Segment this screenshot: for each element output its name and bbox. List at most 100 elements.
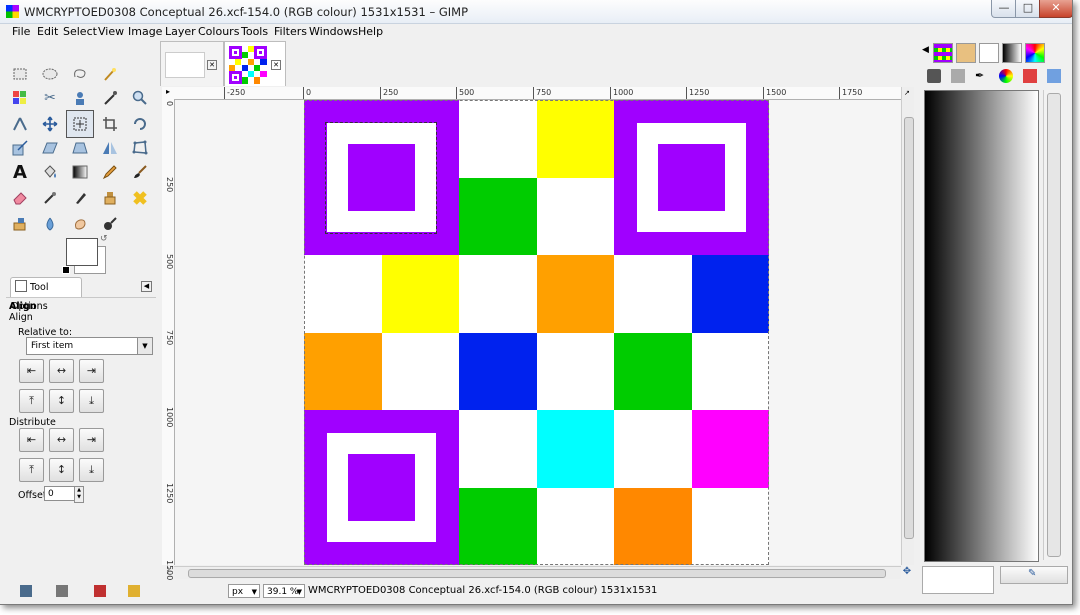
tab-tool-options[interactable]: Tool Options bbox=[10, 277, 82, 312]
close-tab-icon[interactable]: ✕ bbox=[271, 60, 281, 70]
measure-tool-icon[interactable] bbox=[8, 112, 32, 136]
scissors-select-tool-icon[interactable]: ✂ bbox=[38, 86, 62, 110]
move-tool-icon[interactable] bbox=[38, 112, 62, 136]
menu-colours[interactable]: Colours bbox=[198, 25, 239, 38]
fuzzy-select-tool-icon[interactable] bbox=[98, 62, 122, 86]
menu-image[interactable]: Image bbox=[128, 25, 162, 38]
scale-tool-icon[interactable] bbox=[8, 136, 32, 160]
menu-edit[interactable]: Edit bbox=[37, 25, 58, 38]
align-right-edge-button[interactable]: ⇥ bbox=[79, 359, 104, 383]
shear-tool-icon[interactable] bbox=[38, 136, 62, 160]
vertical-ruler[interactable]: 0 250 500 750 1000 1250 1500 bbox=[162, 99, 175, 580]
heal-tool-icon[interactable] bbox=[128, 186, 152, 210]
align-bottom-edge-button[interactable]: ⤓ bbox=[79, 389, 104, 413]
paths-icon[interactable]: ✒ bbox=[975, 69, 989, 83]
horizontal-ruler[interactable]: -250 0 250 500 750 1000 1250 1500 1750 bbox=[174, 87, 901, 100]
perspective-clone-tool-icon[interactable] bbox=[8, 212, 32, 236]
menu-layer[interactable]: Layer bbox=[165, 25, 196, 38]
ink-tool-icon[interactable] bbox=[68, 186, 92, 210]
zoom-dropdown[interactable]: 39.1 % ▼ bbox=[263, 584, 305, 598]
text-tool-icon[interactable]: A bbox=[8, 160, 32, 184]
free-select-tool-icon[interactable] bbox=[68, 62, 92, 86]
eraser-tool-icon[interactable] bbox=[8, 186, 32, 210]
patterns-tab-icon[interactable] bbox=[979, 43, 999, 63]
vertical-scroll-thumb[interactable] bbox=[904, 117, 914, 539]
pencil-tool-icon[interactable] bbox=[98, 160, 122, 184]
title-bar[interactable]: WMCRYPTOED0308 Conceptual 26.xcf-154.0 (… bbox=[0, 0, 1072, 24]
align-tool-icon[interactable] bbox=[66, 110, 94, 138]
edit-button[interactable]: ✎ bbox=[1000, 566, 1068, 584]
palettes-tab-icon[interactable] bbox=[1025, 43, 1045, 63]
maximize-button[interactable]: □ bbox=[1015, 0, 1041, 18]
gradients-tab-icon[interactable] bbox=[1002, 43, 1022, 63]
brush-preview[interactable] bbox=[922, 566, 994, 594]
horizontal-scroll-thumb[interactable] bbox=[188, 569, 886, 578]
reset-colors-icon[interactable] bbox=[62, 266, 70, 274]
rotate-tool-icon[interactable] bbox=[128, 112, 152, 136]
dock-menu-icon[interactable]: ◀ bbox=[141, 281, 152, 292]
minimize-button[interactable]: — bbox=[991, 0, 1017, 18]
zoom-tool-icon[interactable] bbox=[128, 86, 152, 110]
align-center-horizontal-button[interactable]: ↔ bbox=[49, 359, 74, 383]
paintbrush-tool-icon[interactable] bbox=[128, 160, 152, 184]
crop-tool-icon[interactable] bbox=[98, 112, 122, 136]
blur-tool-icon[interactable] bbox=[38, 212, 62, 236]
ellipse-select-tool-icon[interactable] bbox=[38, 62, 62, 86]
foreground-select-tool-icon[interactable] bbox=[68, 86, 92, 110]
vertical-scrollbar[interactable]: ↗ bbox=[901, 87, 914, 565]
close-button[interactable]: ✕ bbox=[1039, 0, 1072, 18]
foreground-color-swatch[interactable] bbox=[66, 238, 98, 266]
close-tab-icon[interactable]: ✕ bbox=[207, 60, 217, 70]
navigate-icon[interactable]: ✥ bbox=[901, 566, 913, 578]
distribute-bottom-button[interactable]: ⤓ bbox=[79, 458, 104, 482]
distribute-top-button[interactable]: ⤒ bbox=[19, 458, 44, 482]
relative-to-dropdown[interactable]: First item ▼ bbox=[26, 337, 153, 355]
swap-colors-icon[interactable]: ↺ bbox=[100, 234, 108, 244]
blend-tool-icon[interactable] bbox=[68, 160, 92, 184]
menu-select[interactable]: Select bbox=[63, 25, 97, 38]
align-middle-vertical-button[interactable]: ↕ bbox=[49, 389, 74, 413]
brushes-tab-icon[interactable] bbox=[956, 43, 976, 63]
flip-tool-icon[interactable] bbox=[98, 136, 122, 160]
align-top-edge-button[interactable]: ⤒ bbox=[19, 389, 44, 413]
layers-icon[interactable] bbox=[927, 69, 941, 83]
spinner-arrows-icon[interactable]: ▲ ▼ bbox=[74, 486, 84, 503]
reset-tool-options-icon[interactable] bbox=[128, 585, 140, 597]
right-dock-scrollbar[interactable] bbox=[1043, 90, 1062, 560]
unit-dropdown[interactable]: px ▼ bbox=[228, 584, 260, 598]
histogram-icon[interactable] bbox=[1023, 69, 1037, 83]
undo-history-icon[interactable] bbox=[1047, 69, 1061, 83]
menu-windows[interactable]: Windows bbox=[309, 25, 358, 38]
save-tool-preset-icon[interactable] bbox=[20, 585, 32, 597]
airbrush-tool-icon[interactable] bbox=[38, 186, 62, 210]
menu-file[interactable]: File bbox=[12, 25, 30, 38]
distribute-left-button[interactable]: ⇤ bbox=[19, 428, 44, 452]
delete-tool-preset-icon[interactable] bbox=[94, 585, 106, 597]
cage-tool-icon[interactable] bbox=[128, 136, 152, 160]
canvas-area[interactable] bbox=[175, 100, 901, 565]
clone-tool-icon[interactable] bbox=[98, 186, 122, 210]
images-tab-icon[interactable] bbox=[933, 43, 953, 63]
perspective-tool-icon[interactable] bbox=[68, 136, 92, 160]
menu-view[interactable]: View bbox=[98, 25, 124, 38]
menu-filters[interactable]: Filters bbox=[274, 25, 307, 38]
align-left-edge-button[interactable]: ⇤ bbox=[19, 359, 44, 383]
colormap-icon[interactable] bbox=[999, 69, 1013, 83]
smudge-tool-icon[interactable] bbox=[68, 212, 92, 236]
restore-tool-preset-icon[interactable] bbox=[56, 585, 68, 597]
distribute-middle-button[interactable]: ↕ bbox=[49, 458, 74, 482]
rect-select-tool-icon[interactable] bbox=[8, 62, 32, 86]
color-picker-tool-icon[interactable] bbox=[98, 86, 122, 110]
distribute-center-button[interactable]: ↔ bbox=[49, 428, 74, 452]
zoom-fit-icon[interactable]: ↗ bbox=[904, 89, 910, 97]
right-dock-scroll-thumb[interactable] bbox=[1047, 93, 1061, 557]
image-tab-active[interactable]: ✕ bbox=[224, 41, 286, 86]
menu-tools[interactable]: Tools bbox=[241, 25, 268, 38]
offset-spinner[interactable]: 0 ▲ ▼ bbox=[44, 486, 84, 503]
color-select-tool-icon[interactable] bbox=[8, 86, 32, 110]
image-tab-blank[interactable]: ✕ bbox=[160, 41, 224, 86]
fg-bg-color-selector[interactable]: ↺ bbox=[60, 234, 110, 278]
gradient-preview[interactable] bbox=[924, 90, 1039, 562]
menu-help[interactable]: Help bbox=[358, 25, 383, 38]
bucket-fill-tool-icon[interactable] bbox=[38, 160, 62, 184]
